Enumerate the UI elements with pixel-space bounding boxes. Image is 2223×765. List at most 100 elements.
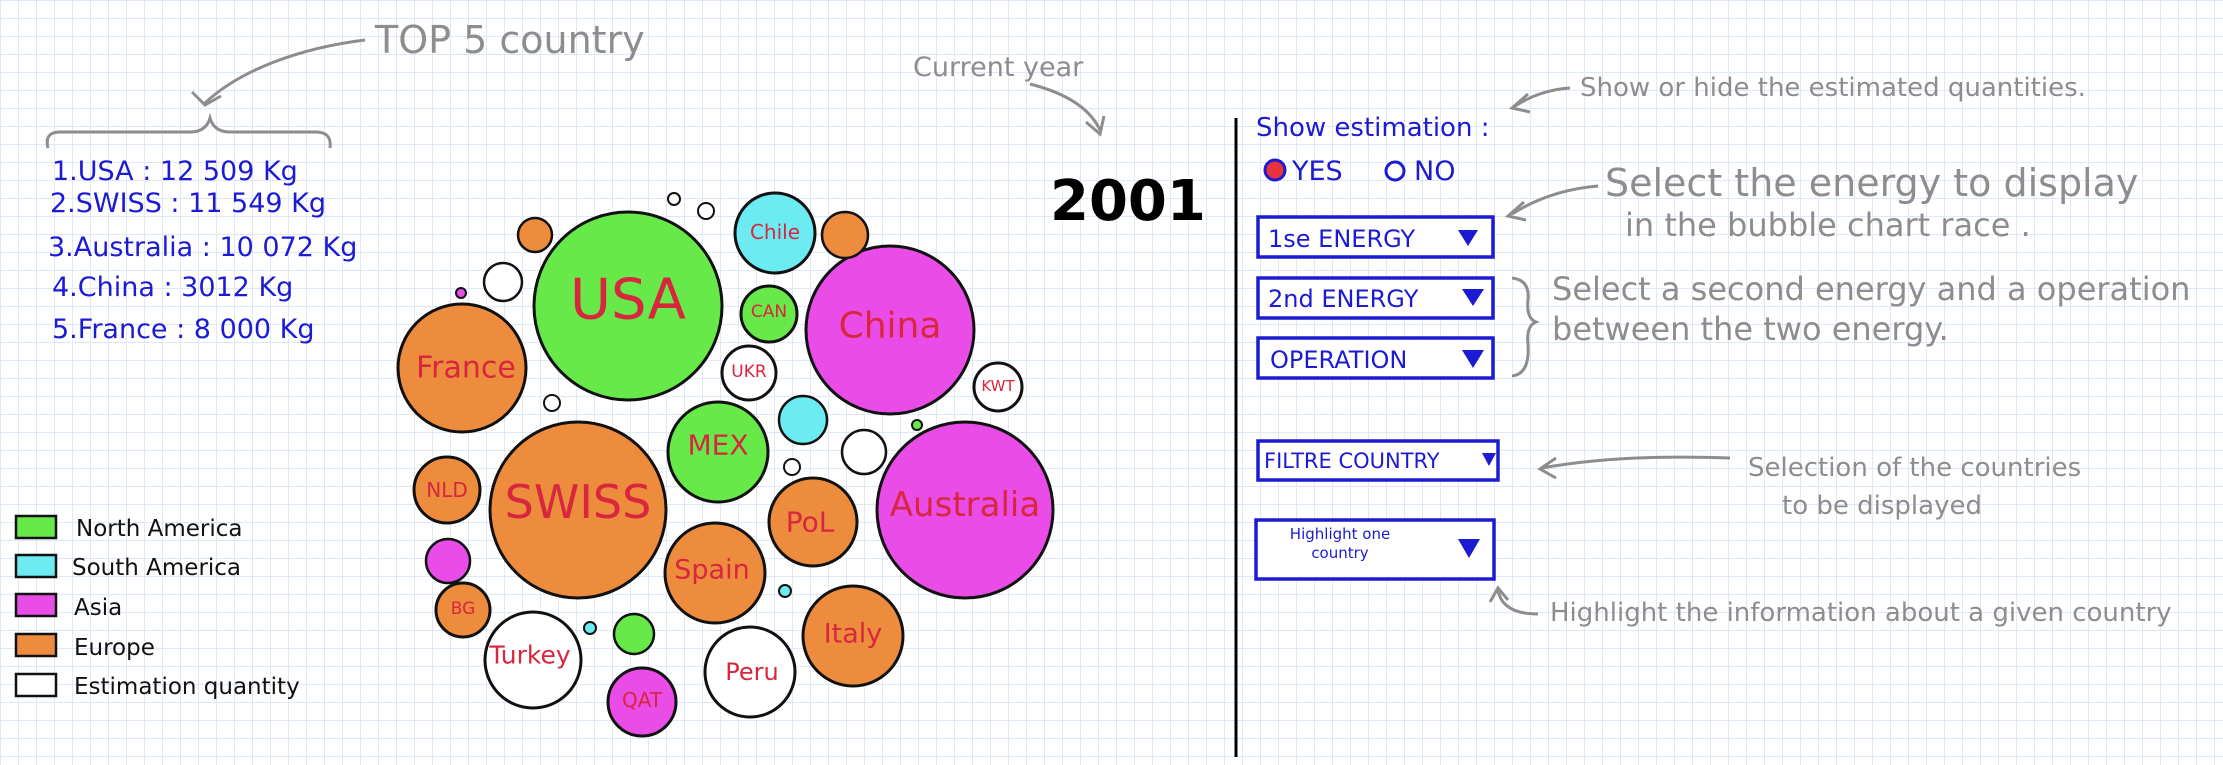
bubble-small[interactable] (516, 216, 554, 254)
radio-yes-label: YES (1291, 156, 1343, 187)
bubble-tiny[interactable] (911, 419, 923, 431)
bubble-tiny[interactable] (667, 192, 681, 206)
bubble-australia-label: Australia (890, 485, 1040, 525)
bubble-usa[interactable]: USA (532, 210, 724, 402)
top5-item-3: 3.Australia : 10 072 Kg (48, 232, 357, 263)
legend-label-south-america: South America (72, 555, 241, 581)
legend-label-north-america: North America (76, 516, 243, 542)
bubble-mex-label: MEX (687, 429, 748, 462)
energy1-dropdown-label: 1se ENERGY (1268, 225, 1416, 253)
estimation-no-option[interactable]: NO (1384, 156, 1455, 187)
energy2-dropdown-label: 2nd ENERGY (1268, 285, 1419, 313)
annotation-second-line1: Select a second energy and a operation (1552, 270, 2190, 308)
bubble-chile-label: Chile (750, 220, 800, 244)
energy1-dropdown[interactable]: 1se ENERGY (1256, 215, 1495, 259)
bubble-australia[interactable]: Australia (875, 420, 1055, 600)
radio-no[interactable] (1384, 160, 1406, 182)
annotations: Show or hide the estimated quantities. S… (1488, 73, 2190, 628)
legend-label-estimation: Estimation quantity (74, 674, 300, 700)
bubble-tiny[interactable] (583, 621, 597, 635)
annotation-selection-line2: to be displayed (1782, 491, 1982, 521)
bubble-tiny[interactable] (455, 287, 467, 299)
bubble-swiss-label: SWISS (505, 475, 652, 529)
bubble-usa-label: USA (570, 268, 686, 333)
legend-swatch-south-america (14, 553, 58, 579)
current-year-annotation: Current year (913, 52, 1084, 83)
bubble-small[interactable] (777, 394, 829, 446)
bubble-peru[interactable]: Peru (703, 625, 797, 719)
bubble-kwt[interactable]: KWT (972, 361, 1024, 413)
top5-brace (45, 112, 332, 149)
bubble-ukr[interactable]: UKR (720, 344, 778, 402)
energy2-dropdown[interactable]: 2nd ENERGY (1256, 276, 1495, 320)
radio-yes[interactable] (1263, 158, 1287, 182)
bubble-spain-label: Spain (674, 555, 749, 586)
bubble-pol[interactable]: PoL (767, 476, 859, 568)
bubble-qat-label: QAT (622, 688, 663, 712)
bubble-kwt-label: KWT (981, 377, 1015, 395)
bubble-france-label: France (416, 351, 516, 386)
highlight-country-label-line2: country (1311, 544, 1368, 562)
energy-arrow (1511, 184, 1599, 216)
bubble-qat[interactable]: QAT (606, 666, 678, 738)
bubble-can[interactable]: CAN (739, 284, 799, 344)
operation-dropdown[interactable]: OPERATION (1256, 336, 1495, 380)
bubble-small[interactable] (820, 210, 870, 260)
bubble-turkey[interactable]: Turkey (483, 610, 583, 710)
bubble-tiny[interactable] (783, 458, 801, 476)
sketch-canvas: TOP 5 country 1.USA : 12 509 Kg 2.SWISS … (14, 18, 2190, 757)
operation-dropdown-label: OPERATION (1270, 346, 1407, 374)
bubble-small[interactable] (482, 261, 524, 303)
top5-item-5: 5.France : 8 000 Kg (52, 314, 315, 345)
bubble-spain[interactable]: Spain (663, 521, 767, 625)
estimation-yes-option[interactable]: YES (1263, 156, 1343, 187)
annotation-energy-line2: in the bubble chart race . (1625, 206, 2031, 244)
highlight-country-dropdown[interactable]: Highlight one country (1254, 518, 1496, 581)
bubble-chart: USA SWISS Australia China France Chile C… (396, 191, 1055, 738)
bubble-nld[interactable]: NLD (412, 455, 482, 525)
show-estimation-label: Show estimation : (1256, 113, 1489, 143)
current-year-block: Current year 2001 (913, 52, 1206, 234)
bubble-ukr-label: UKR (731, 362, 767, 382)
bubble-pol-label: PoL (786, 506, 835, 539)
filter-country-dropdown-label: FILTRE COUNTRY (1264, 449, 1440, 473)
bubble-france[interactable]: France (396, 302, 528, 434)
second-energy-brace (1511, 276, 1541, 378)
controls-panel: Show estimation : YES NO 1se ENERGY 2nd … (1254, 113, 1500, 581)
bubble-china[interactable]: China (804, 244, 976, 416)
top5-item-2: 2.SWISS : 11 549 Kg (50, 188, 326, 219)
bubble-small[interactable] (840, 428, 888, 476)
bubble-can-label: CAN (751, 302, 787, 322)
current-year-value: 2001 (1050, 169, 1206, 234)
bubble-small[interactable] (424, 537, 472, 585)
filter-country-dropdown[interactable]: FILTRE COUNTRY (1256, 439, 1500, 482)
bubble-bg[interactable]: BG (434, 581, 492, 639)
bubble-tiny[interactable] (543, 394, 561, 412)
top5-item-4: 4.China : 3012 Kg (52, 272, 293, 303)
bubble-china-label: China (839, 306, 942, 347)
highlight-country-label-line1: Highlight one (1290, 525, 1390, 543)
current-year-arrowhead (1085, 115, 1106, 137)
selection-arrow (1541, 455, 1731, 470)
bubble-small[interactable] (612, 612, 656, 656)
legend-swatch-asia (14, 592, 58, 618)
annotation-second-line2: between the two energy. (1552, 310, 1949, 348)
legend-swatch-north-america (14, 514, 58, 540)
bubble-italy[interactable]: Italy (801, 584, 905, 688)
bubble-tiny[interactable] (697, 202, 715, 220)
bubble-chile[interactable]: Chile (733, 191, 817, 275)
annotation-selection-line1: Selection of the countries (1748, 453, 2081, 483)
legend-label-europe: Europe (74, 635, 155, 661)
top5-title: TOP 5 country (374, 18, 645, 62)
legend-swatch-europe (14, 632, 58, 658)
annotation-estimation: Show or hide the estimated quantities. (1580, 73, 2086, 103)
bubble-tiny[interactable] (778, 584, 792, 598)
bubble-mex[interactable]: MEX (666, 400, 770, 504)
bubble-nld-label: NLD (426, 478, 468, 502)
bubble-swiss[interactable]: SWISS (488, 420, 668, 600)
legend-label-asia: Asia (74, 595, 122, 621)
radio-no-label: NO (1414, 156, 1455, 187)
bubble-italy-label: Italy (824, 619, 883, 650)
bubble-bg-label: BG (451, 599, 476, 619)
annotation-highlight: Highlight the information about a given … (1550, 598, 2172, 628)
